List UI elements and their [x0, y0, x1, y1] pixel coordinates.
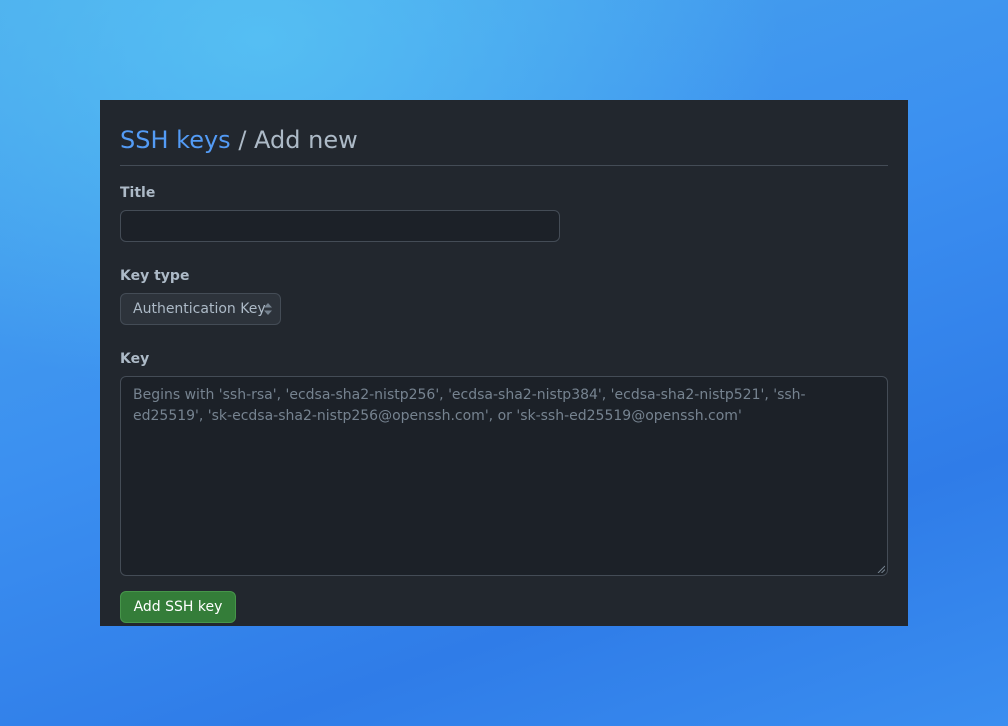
key-type-select[interactable]: Authentication Key	[120, 293, 281, 325]
add-ssh-key-button[interactable]: Add SSH key	[120, 591, 236, 623]
key-type-label: Key type	[120, 268, 190, 284]
title-label: Title	[120, 185, 156, 201]
key-textarea[interactable]: Begins with 'ssh-rsa', 'ecdsa-sha2-nistp…	[120, 376, 888, 576]
key-type-selected-value: Authentication Key	[133, 301, 266, 317]
resize-grip-icon[interactable]	[877, 565, 885, 573]
breadcrumb-separator: /	[238, 126, 247, 154]
breadcrumb: SSH keys / Add new	[120, 100, 888, 166]
breadcrumb-ssh-keys-link[interactable]: SSH keys	[120, 126, 231, 154]
add-ssh-key-panel: SSH keys / Add new Title Key type Authen…	[100, 100, 908, 626]
select-arrows-icon	[264, 303, 272, 315]
title-input[interactable]	[120, 210, 560, 242]
breadcrumb-current: Add new	[254, 126, 358, 154]
key-label: Key	[120, 351, 150, 367]
key-placeholder: Begins with 'ssh-rsa', 'ecdsa-sha2-nistp…	[133, 387, 806, 424]
